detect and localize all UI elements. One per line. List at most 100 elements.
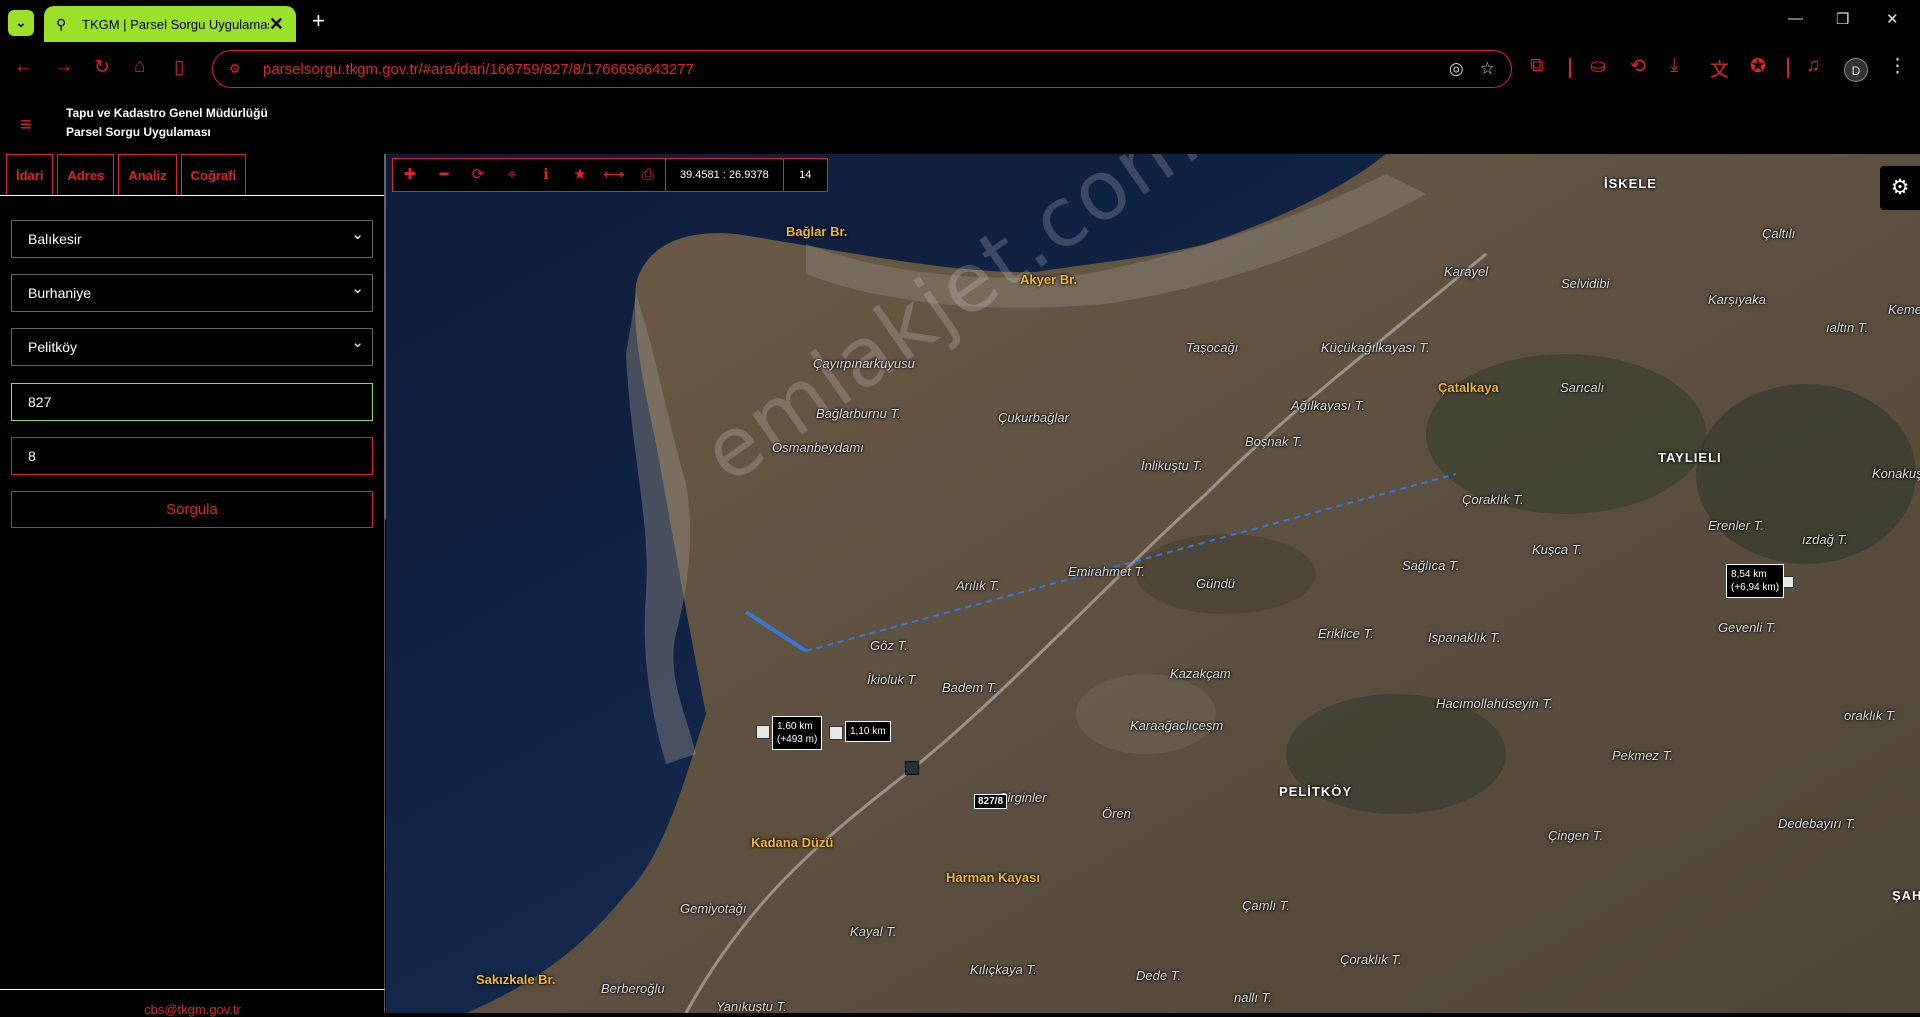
reload-icon[interactable]: ↻ [94,56,110,79]
place-label: Göz T. [870,638,908,653]
place-label: Berberoğlu [601,981,665,996]
distance-delta: (+6,94 km) [1731,582,1780,593]
query-sidebar: İdari Adres Analiz Coğrafi Balıkesir Bur… [0,154,385,1017]
window-close-icon[interactable]: ✕ [1886,10,1899,28]
tab-title: TKGM | Parsel Sorgu Uygulaması [82,16,269,32]
measure-node[interactable] [756,725,770,739]
place-label: nallı T. [1234,990,1272,1005]
place-label: Taşocağı [1186,340,1239,355]
district-select[interactable]: Burhaniye [11,271,373,312]
place-label: Konakuş [1872,466,1920,481]
place-label: Çoraklık T. [1462,492,1524,507]
place-label: Karşıyaka [1708,292,1766,307]
new-tab-plus-icon[interactable]: + [312,8,325,34]
settings-gear-icon[interactable]: ⚙ [1880,166,1920,210]
tab-search-chevron-icon[interactable]: ⌄ [8,10,34,36]
place-label: Karaağaçlıçeşm [1130,718,1224,733]
zoom-in-icon[interactable]: ✚ [393,159,427,191]
place-label: Dedebayırı T. [1778,816,1856,831]
toolbar-separator [1569,58,1571,78]
place-label: Küçükağılkayası T. [1321,340,1430,355]
zoom-out-icon[interactable]: ━ [427,159,461,191]
measure-node[interactable] [829,726,843,740]
place-label: Ağılkayası T. [1291,398,1365,413]
refresh-icon[interactable]: ⟳ [461,159,495,191]
measure-node[interactable] [905,761,919,775]
locate-crosshair-icon[interactable]: ⌖ [495,159,529,191]
map-background [386,154,1920,1013]
place-label: TAYLIELI [1658,450,1722,465]
browser-tab-active[interactable]: ⚲ TKGM | Parsel Sorgu Uygulaması ✕ [44,6,296,42]
parcel-input[interactable]: 8 [11,437,373,475]
info-icon[interactable]: ℹ [529,159,563,191]
media-playlist-icon[interactable]: ♫ [1806,55,1820,77]
neighborhood-select[interactable]: Pelitköy [11,325,373,366]
province-select[interactable]: Balıkesir [11,217,373,258]
url-text[interactable]: parselsorgu.tkgm.gov.tr/#ara/idari/16675… [263,61,1449,78]
tabs-divider [0,195,385,196]
place-label: Gemiyotağı [680,901,747,916]
place-label: Ispanaklık T. [1428,630,1501,645]
incognito-icon[interactable]: ⛀ [1590,55,1606,78]
zoom-level: 14 [782,159,827,191]
app-title: Tapu ve Kadastro Genel Müdürlüğü Parsel … [66,104,268,142]
block-input[interactable]: 827 [11,383,373,421]
query-button[interactable]: Sorgula [11,491,373,528]
history-icon[interactable]: ⟲ [1630,55,1646,78]
footer-email-link[interactable]: cbs@tkgm.gov.tr [0,1002,385,1017]
place-label: ızdağ T. [1802,532,1848,547]
place-label: Emirahmet T. [1068,564,1145,579]
place-label: Çingen T. [1548,828,1604,843]
forward-arrow-icon[interactable]: → [54,56,73,78]
measure-icon[interactable]: ⟷ [597,159,631,191]
place-label: Kılıçkaya T. [970,962,1037,977]
place-label: Arılık T. [956,578,1000,593]
download-icon[interactable]: ⤓ [1670,55,1678,77]
favorites-icon[interactable]: ✪ [1750,55,1766,78]
minimize-icon[interactable]: — [1788,10,1803,27]
restore-icon[interactable]: ❐ [1836,10,1849,28]
tab-analiz[interactable]: Analiz [118,154,177,196]
place-label: Gevenli T. [1718,620,1777,635]
app-title-line2: Parsel Sorgu Uygulaması [66,125,211,139]
place-label: Gündü [1196,576,1236,591]
place-label: İnlikuştu T. [1141,458,1203,473]
close-tab-icon[interactable]: ✕ [269,14,284,35]
reading-mode-icon[interactable]: ▯ [174,56,184,79]
distance-value: 1,60 km [777,721,813,732]
site-info-icon[interactable]: ⚙ [229,61,263,77]
place-label: ıaltın T. [1826,320,1869,335]
distance-value: 8,54 km [1731,569,1767,580]
translate-icon[interactable]: 文 [1710,55,1729,82]
address-bar[interactable]: ⚙ parselsorgu.tkgm.gov.tr/#ara/idari/166… [212,50,1512,88]
place-label: Kadana Düzü [751,835,834,850]
place-label: Boşnak T. [1245,434,1303,449]
parcel-label[interactable]: 827/8 [974,794,1008,809]
place-label: Bağlarburnu T. [816,406,901,421]
place-label: İSKELE [1604,176,1657,191]
star-icon[interactable]: ★ [563,159,597,191]
distance-label: 1,60 km (+493 m) [772,716,823,750]
place-label: Sağlıca T. [1402,558,1460,573]
tab-cografi[interactable]: Coğrafi [180,154,247,196]
tab-adres[interactable]: Adres [57,154,115,196]
hamburger-menu-icon[interactable]: ≡ [20,114,32,137]
satellite-map[interactable]: emlakjet.com İSKELE Bağlar Br. Akyer Br.… [386,154,1920,1013]
home-icon[interactable]: ⌂ [134,56,145,78]
tab-idari[interactable]: İdari [6,154,54,196]
place-label: Karayel [1444,264,1489,279]
extensions-icon[interactable]: ⧉ [1530,55,1544,77]
place-label: Osmanbeydamı [772,440,864,455]
eye-slash-icon[interactable]: ◎ [1449,59,1464,79]
back-arrow-icon[interactable]: ← [14,56,33,78]
place-label: Çayırpınarkuyusu [813,356,915,371]
place-label: PELİTKÖY [1279,784,1353,799]
print-icon[interactable]: ⎙ [631,159,665,191]
profile-avatar[interactable]: D [1844,58,1868,82]
bookmark-star-icon[interactable]: ☆ [1480,59,1495,79]
place-label: Eriklice T. [1318,626,1374,641]
menu-kebab-icon[interactable]: ⋮ [1888,55,1907,78]
place-label: oraklık T. [1844,708,1897,723]
distance-label: 1,10 km [845,721,891,742]
place-label: Yanıkuştu T. [716,999,787,1013]
